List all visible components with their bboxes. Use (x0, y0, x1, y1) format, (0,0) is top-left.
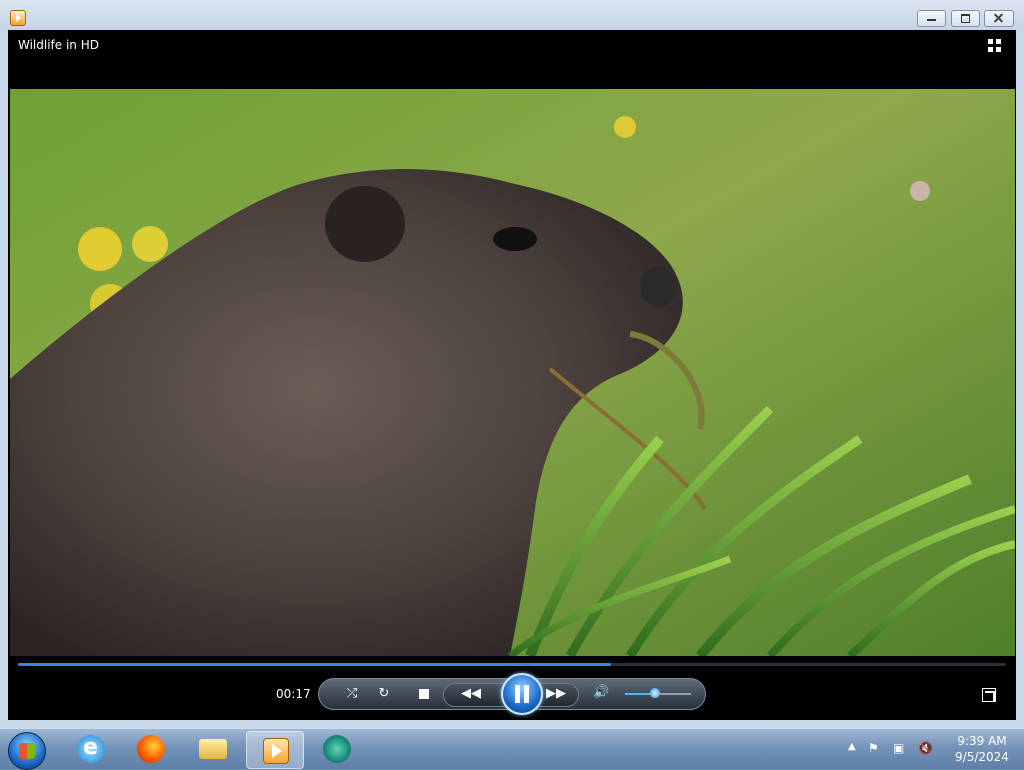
title-bar[interactable] (0, 0, 1024, 30)
restore-button[interactable] (951, 10, 980, 27)
taskbar-item-file-explorer[interactable] (184, 731, 240, 767)
clock-date: 9/5/2024 (955, 750, 1009, 764)
speaker-icon[interactable]: 🔊 (593, 685, 611, 703)
switch-to-library-icon[interactable] (988, 39, 1006, 53)
repeat-icon[interactable]: ↻ (375, 685, 393, 703)
internet-explorer-icon (77, 735, 105, 763)
previous-icon[interactable]: ◀◀ (454, 685, 488, 703)
taskbar-item-windows-media-player[interactable] (246, 731, 304, 769)
playback-controls: ⤮ ↻ ◀◀ ▶▶ 🔊 (318, 673, 706, 715)
close-icon (985, 11, 1013, 26)
media-title: Wildlife in HD (18, 38, 99, 52)
volume-slider-thumb[interactable] (649, 688, 660, 698)
stop-icon[interactable] (415, 685, 433, 703)
clock-time: 9:39 AM (957, 734, 1007, 748)
taskbar-item-firefox[interactable] (122, 731, 178, 767)
system-tray: ▲ ⚑ ▣ 🔇 9:39 AM 9/5/2024 (842, 729, 1024, 769)
video-frame-marmot[interactable] (10, 89, 1015, 656)
app-circle-icon (323, 735, 351, 763)
clock[interactable]: 9:39 AM 9/5/2024 (942, 733, 1022, 765)
taskbar: ▲ ⚑ ▣ 🔇 9:39 AM 9/5/2024 (0, 728, 1024, 770)
restore-icon (952, 11, 979, 26)
media-player-window: Wildlife in HD 00:17 ⤮ ↻ ◀◀ ▶▶ 🔊 (0, 0, 1024, 728)
shuffle-icon[interactable]: ⤮ (343, 685, 361, 703)
windows-media-player-icon[interactable] (10, 10, 26, 26)
fullscreen-icon[interactable] (982, 688, 996, 702)
minimize-button[interactable] (917, 10, 946, 27)
firefox-icon (137, 735, 165, 763)
network-icon[interactable]: ▣ (893, 741, 907, 755)
taskbar-item-internet-explorer[interactable] (62, 731, 118, 767)
show-hidden-icons[interactable]: ▲ (848, 741, 856, 752)
volume-muted-icon[interactable]: 🔇 (918, 741, 933, 755)
elapsed-time: 00:17 (276, 687, 311, 701)
action-center-flag-icon[interactable]: ⚑ (868, 741, 882, 755)
start-button[interactable] (8, 732, 46, 770)
folder-icon (199, 739, 227, 759)
seek-bar-progress[interactable] (18, 663, 611, 666)
taskbar-item-app-circle[interactable] (308, 731, 364, 767)
pause-icon[interactable] (501, 673, 543, 715)
close-button[interactable] (984, 10, 1014, 27)
minimize-icon (918, 11, 945, 26)
windows-media-player-icon (263, 738, 289, 764)
next-icon[interactable]: ▶▶ (539, 685, 573, 703)
now-playing-area: Wildlife in HD 00:17 ⤮ ↻ ◀◀ ▶▶ 🔊 (8, 30, 1016, 720)
